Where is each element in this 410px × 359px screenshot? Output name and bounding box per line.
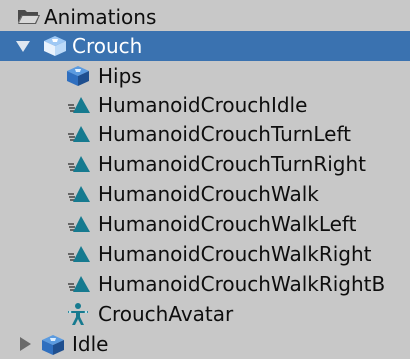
tree-row-clip[interactable]: HumanoidCrouchWalk [0, 179, 410, 209]
prefab-cube-icon [44, 36, 66, 56]
animation-clip-icon [68, 156, 90, 172]
tree-item-label: Idle [72, 332, 109, 356]
tree-item-label: HumanoidCrouchIdle [98, 93, 308, 117]
animation-clip-icon [68, 97, 90, 113]
animation-clip-icon [68, 186, 90, 202]
animation-clip-icon [68, 276, 90, 292]
tree-item-label: Hips [98, 64, 142, 88]
tree-row-clip[interactable]: HumanoidCrouchTurnRight [0, 149, 410, 179]
tree-row-idle[interactable]: Idle [0, 329, 410, 359]
avatar-icon [68, 303, 88, 325]
tree-item-label: HumanoidCrouchWalk [98, 182, 319, 206]
tree-row-clip[interactable]: HumanoidCrouchTurnLeft [0, 119, 410, 149]
prefab-cube-icon [67, 66, 89, 86]
tree-item-label: HumanoidCrouchWalkRight [98, 242, 372, 266]
tree-row-crouch[interactable]: Crouch [0, 31, 410, 61]
folder-icon [18, 10, 40, 24]
tree-item-label: HumanoidCrouchTurnRight [98, 152, 367, 176]
tree-item-label: Crouch [72, 34, 143, 58]
expand-arrow-icon[interactable] [16, 41, 30, 52]
project-hierarchy-tree: Animations Crouch Hips HumanoidCrouchIdl… [0, 0, 410, 359]
tree-row-avatar[interactable]: CrouchAvatar [0, 299, 410, 329]
tree-row-clip[interactable]: HumanoidCrouchWalkRight [0, 239, 410, 269]
tree-item-label: CrouchAvatar [98, 302, 234, 326]
collapse-arrow-icon[interactable] [20, 337, 31, 351]
prefab-cube-icon [42, 335, 64, 355]
tree-item-label: Animations [44, 5, 157, 29]
tree-item-label: HumanoidCrouchWalkRightB [98, 272, 386, 296]
tree-item-label: HumanoidCrouchWalkLeft [98, 212, 357, 236]
animation-clip-icon [68, 126, 90, 142]
tree-item-label: HumanoidCrouchTurnLeft [98, 122, 351, 146]
animation-clip-icon [68, 246, 90, 262]
tree-row-animations[interactable]: Animations [0, 2, 410, 32]
tree-row-hips[interactable]: Hips [0, 61, 410, 91]
tree-row-clip[interactable]: HumanoidCrouchWalkLeft [0, 209, 410, 239]
animation-clip-icon [68, 216, 90, 232]
tree-row-clip[interactable]: HumanoidCrouchIdle [0, 90, 410, 120]
tree-row-clip[interactable]: HumanoidCrouchWalkRightB [0, 269, 410, 299]
